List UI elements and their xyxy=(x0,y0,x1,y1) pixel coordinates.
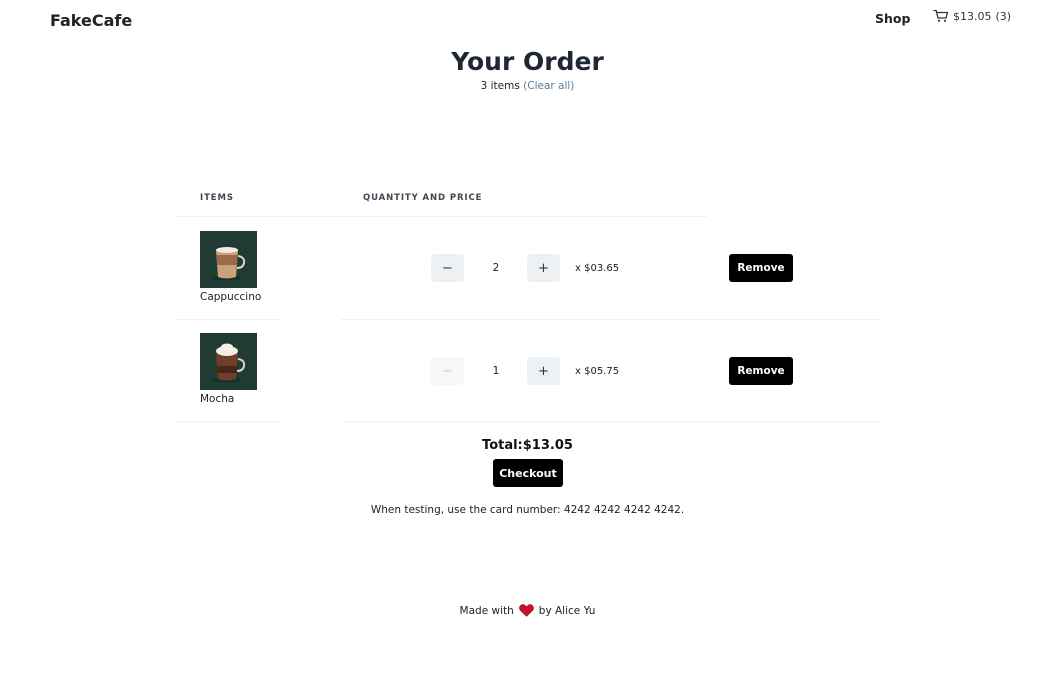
remove-button[interactable]: Remove xyxy=(729,254,793,282)
nav-shop-link[interactable]: Shop xyxy=(875,11,910,26)
checkout-button[interactable]: Checkout xyxy=(493,459,563,487)
row-divider-left xyxy=(178,319,280,320)
cart-link[interactable]: $13.05 (3) xyxy=(933,9,1011,23)
test-card-note: When testing, use the card number: 4242 … xyxy=(370,504,685,516)
header-divider xyxy=(178,216,707,217)
unit-price: x $03.65 xyxy=(575,263,620,274)
page-title: Your Order xyxy=(451,47,604,76)
remove-button[interactable]: Remove xyxy=(729,357,793,385)
row-divider-right xyxy=(341,319,878,320)
order-subtitle: 3 items (Clear all) xyxy=(0,80,1055,92)
quantity-value: 2 xyxy=(492,262,500,274)
footer-made-with: Made with xyxy=(459,604,514,617)
column-header-items: ITEMS xyxy=(200,193,234,203)
increment-button[interactable]: + xyxy=(527,254,560,282)
decrement-button[interactable]: − xyxy=(431,357,464,385)
clear-all-link[interactable]: (Clear all) xyxy=(523,80,574,92)
row-divider-right xyxy=(341,421,878,422)
unit-price: x $05.75 xyxy=(575,366,620,377)
product-name: Cappuccino xyxy=(200,291,262,303)
column-header-quantity-price: QUANTITY AND PRICE xyxy=(363,193,483,203)
product-image-mocha xyxy=(200,333,257,390)
order-total: Total:$13.05 xyxy=(482,438,573,453)
product-image-cappuccino xyxy=(200,231,257,288)
heart-icon xyxy=(518,604,534,617)
quantity-value: 1 xyxy=(492,365,500,377)
brand-logo[interactable]: FakeCafe xyxy=(50,11,132,30)
row-divider-left xyxy=(178,421,280,422)
product-name: Mocha xyxy=(200,393,235,405)
item-count: 3 items xyxy=(480,80,520,92)
increment-button[interactable]: + xyxy=(527,357,560,385)
footer-author: by Alice Yu xyxy=(538,604,596,617)
footer: Made with by Alice Yu xyxy=(0,604,1055,617)
cart-total: $13.05 xyxy=(953,9,992,23)
decrement-button[interactable]: − xyxy=(431,254,464,282)
cart-icon xyxy=(933,9,949,22)
cart-count: (3) xyxy=(995,9,1012,23)
